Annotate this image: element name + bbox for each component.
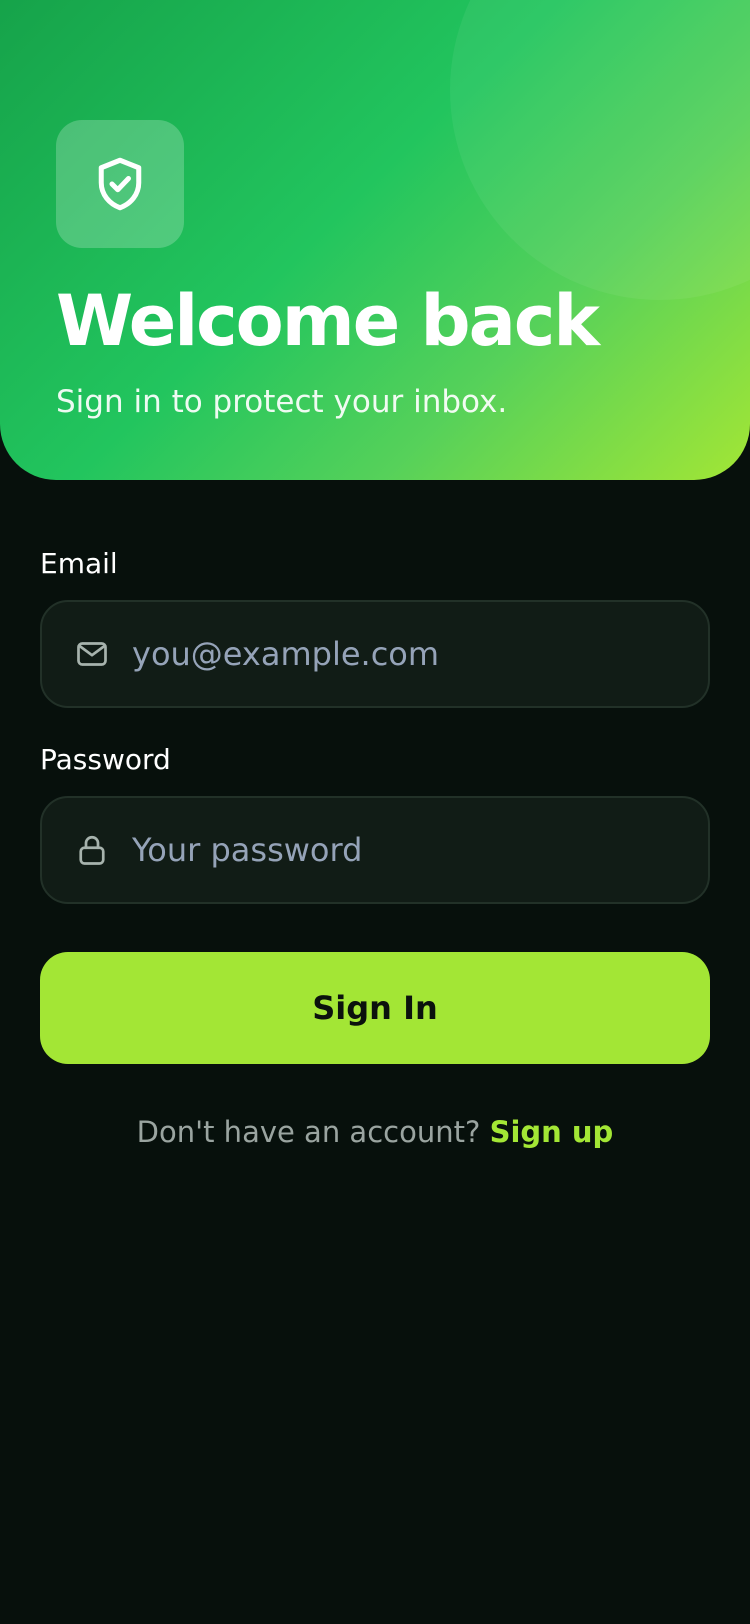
hero-header: Welcome back Sign in to protect your inb…	[0, 0, 750, 480]
sign-in-button[interactable]: Sign In	[40, 952, 710, 1064]
signup-prompt-text: Don't have an account?	[136, 1115, 481, 1149]
sign-up-link[interactable]: Sign up	[490, 1115, 614, 1149]
page-title: Welcome back	[56, 280, 600, 362]
page-subtitle: Sign in to protect your inbox.	[56, 384, 508, 420]
password-label: Password	[40, 743, 171, 776]
shield-check-icon	[98, 157, 142, 211]
email-input[interactable]	[132, 602, 708, 706]
password-input[interactable]	[132, 798, 708, 902]
mail-icon	[74, 636, 110, 672]
signup-prompt: Don't have an account? Sign up	[0, 1112, 750, 1152]
email-label: Email	[40, 547, 118, 580]
lock-icon	[74, 832, 110, 868]
hero-decoration	[450, 0, 750, 300]
app-logo	[56, 120, 184, 248]
password-field[interactable]	[40, 796, 710, 904]
email-field[interactable]	[40, 600, 710, 708]
